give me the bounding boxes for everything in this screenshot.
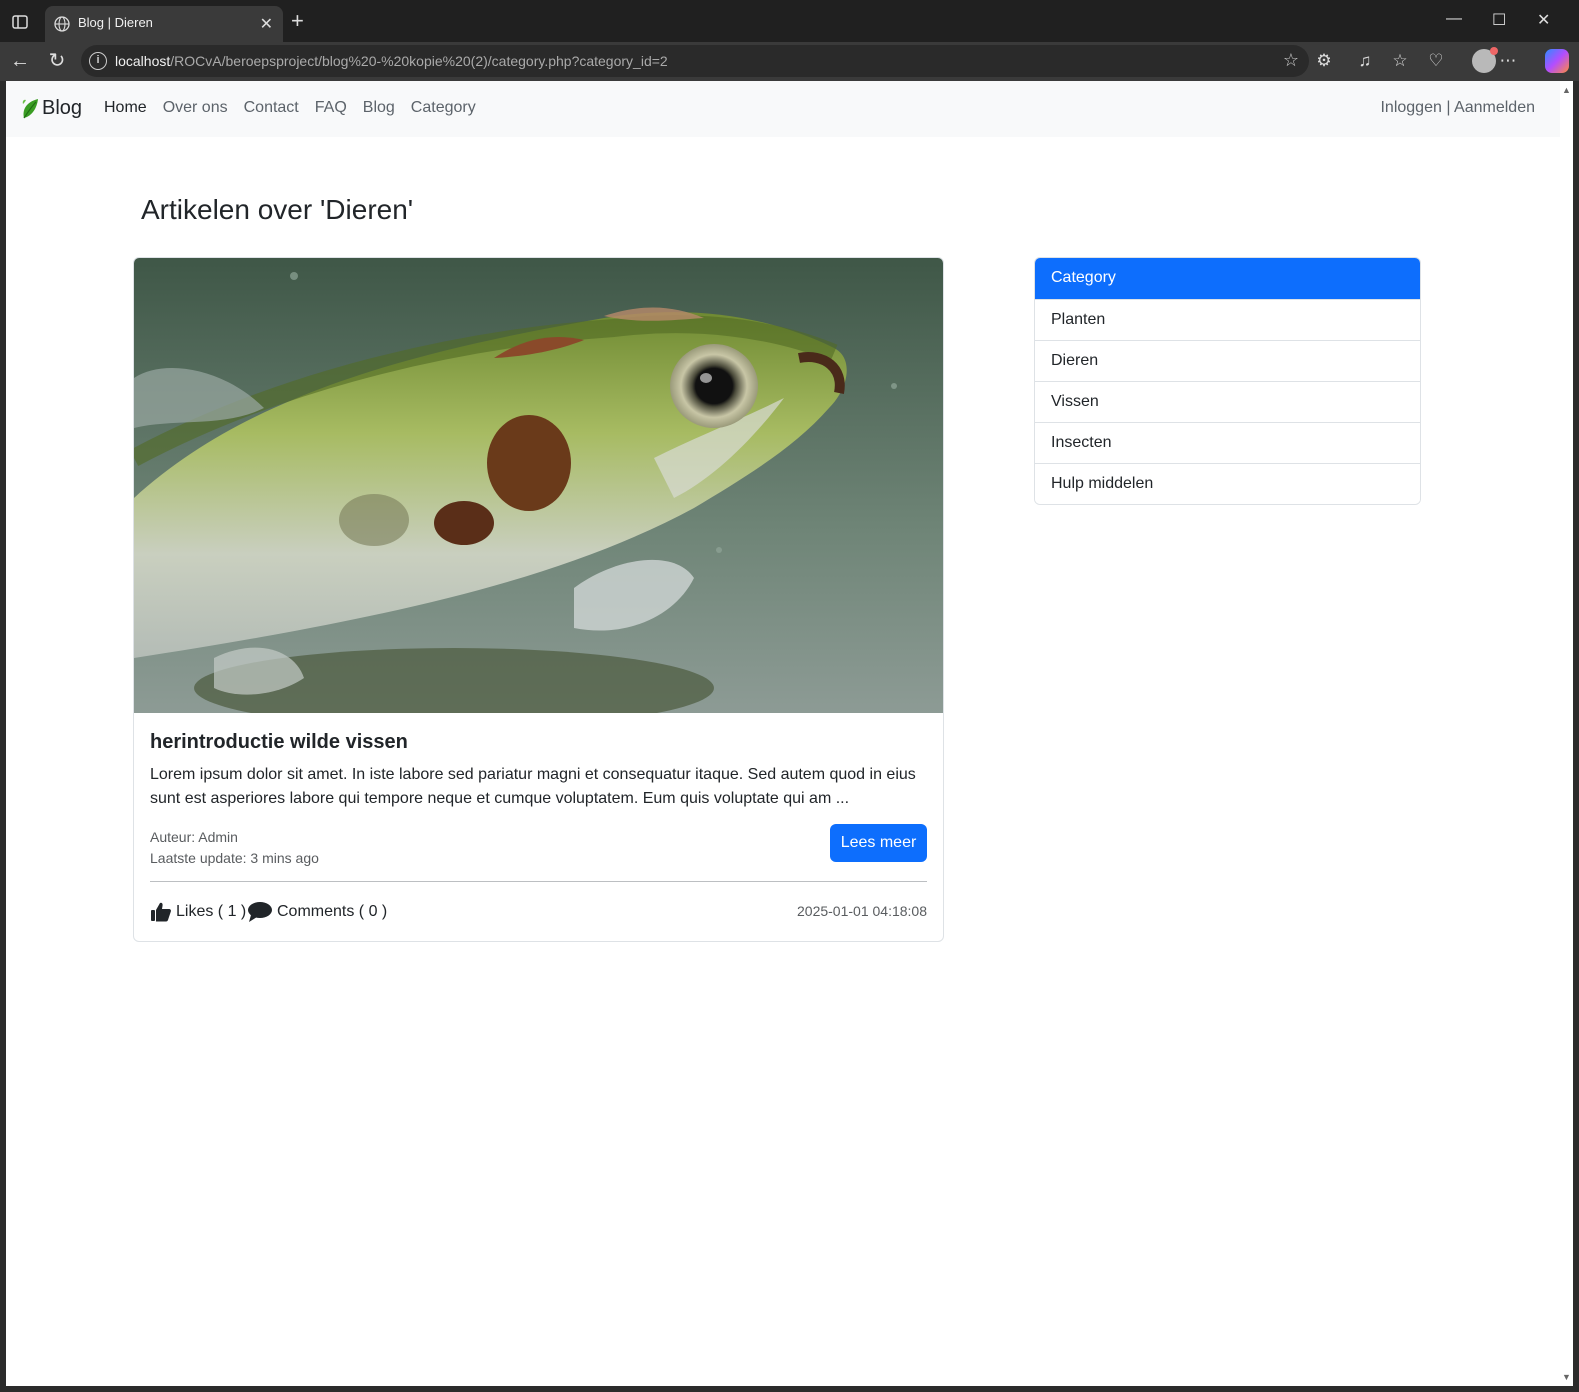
close-window-icon[interactable]: ✕ (1537, 10, 1550, 30)
article-footer: Likes ( 1 ) Comments ( 0 ) 2025-01-01 04… (150, 901, 927, 927)
comments-button[interactable]: Comments ( 0 ) (247, 901, 387, 923)
browser-tab[interactable]: Blog | Dieren ✕ (45, 6, 283, 42)
page-scrollbar[interactable]: ▲ ▼ (1560, 81, 1573, 1386)
nav-link-category[interactable]: Category (411, 99, 476, 117)
profile-avatar[interactable] (1472, 47, 1498, 73)
category-item-planten[interactable]: Planten (1035, 299, 1420, 340)
read-more-button[interactable]: Lees meer (830, 824, 927, 862)
auth-separator: | (1446, 99, 1451, 116)
page-viewport: Blog Home Over ons Contact FAQ Blog Cate… (6, 81, 1560, 1386)
likes-label: Likes ( 1 ) (176, 903, 247, 920)
article-author: Auteur: Admin (150, 829, 238, 845)
scroll-up-icon[interactable]: ▲ (1562, 85, 1571, 95)
read-aloud-icon[interactable]: ♫ (1354, 51, 1376, 71)
browser-toolbar: ← ↻ i localhost/ROCvA/beroepsproject/blo… (0, 42, 1579, 81)
auth-links: Inloggen | Aanmelden (1380, 99, 1535, 117)
reload-icon[interactable]: ↻ (46, 50, 68, 72)
new-tab-icon[interactable]: + (291, 10, 304, 32)
page-title: Artikelen over 'Dieren' (141, 194, 414, 225)
favorites-icon[interactable]: ☆ (1389, 51, 1411, 71)
maximize-icon[interactable]: ☐ (1492, 10, 1506, 30)
category-header[interactable]: Category (1035, 258, 1420, 299)
favorite-star-icon[interactable]: ☆ (1283, 50, 1299, 71)
category-item-insecten[interactable]: Insecten (1035, 422, 1420, 463)
article-title[interactable]: herintroductie wilde vissen (150, 731, 408, 754)
article-excerpt: Lorem ipsum dolor sit amet. In iste labo… (150, 766, 916, 807)
login-link[interactable]: Inloggen (1380, 99, 1441, 116)
leaf-icon (22, 99, 38, 119)
nav-link-over-ons[interactable]: Over ons (163, 99, 228, 117)
tab-title: Blog | Dieren (78, 15, 153, 30)
category-item-dieren[interactable]: Dieren (1035, 340, 1420, 381)
nav-link-contact[interactable]: Contact (244, 99, 299, 117)
nav-link-blog[interactable]: Blog (363, 99, 395, 117)
nav-links: Home Over ons Contact FAQ Blog Category (104, 99, 492, 117)
thumbs-up-icon (151, 902, 171, 922)
url-text[interactable]: localhost/ROCvA/beroepsproject/blog%20-%… (115, 53, 668, 69)
minimize-icon[interactable]: — (1446, 10, 1462, 28)
article-card: herintroductie wilde vissen Lorem ipsum … (133, 257, 944, 942)
card-divider (150, 881, 927, 882)
category-item-hulp-middelen[interactable]: Hulp middelen (1035, 463, 1420, 504)
scroll-down-icon[interactable]: ▼ (1562, 1372, 1571, 1382)
fish-photo[interactable] (134, 258, 943, 713)
globe-icon (54, 16, 70, 32)
back-icon[interactable]: ← (9, 50, 31, 72)
article-date: 2025-01-01 04:18:08 (797, 903, 927, 919)
site-navbar: Blog Home Over ons Contact FAQ Blog Cate… (6, 81, 1560, 137)
extensions-icon[interactable]: ⚙ (1313, 51, 1335, 71)
copilot-icon[interactable] (1545, 49, 1569, 73)
comments-label: Comments ( 0 ) (277, 903, 388, 920)
browser-essentials-icon[interactable]: ♡ (1425, 51, 1447, 71)
nav-link-faq[interactable]: FAQ (315, 99, 347, 117)
site-info-icon[interactable]: i (89, 52, 107, 70)
tab-actions-icon[interactable] (10, 12, 30, 32)
comment-bubble-icon (248, 902, 272, 922)
brand-logo[interactable]: Blog (20, 96, 82, 120)
more-options-icon[interactable]: ⋯ (1497, 51, 1519, 71)
category-item-vissen[interactable]: Vissen (1035, 381, 1420, 422)
likes-button[interactable]: Likes ( 1 ) (150, 901, 246, 923)
browser-titlebar: Blog | Dieren ✕ + — ☐ ✕ (0, 0, 1579, 42)
article-updated: Laatste update: 3 mins ago (150, 850, 319, 866)
register-link[interactable]: Aanmelden (1454, 99, 1535, 116)
category-list: Category Planten Dieren Vissen Insecten … (1034, 257, 1421, 505)
brand-text: Blog (42, 96, 83, 119)
address-bar[interactable]: i localhost/ROCvA/beroepsproject/blog%20… (81, 45, 1309, 77)
close-tab-icon[interactable]: ✕ (260, 14, 273, 34)
nav-link-home[interactable]: Home (104, 99, 147, 117)
article-meta: Auteur: Admin Laatste update: 3 mins ago (150, 827, 319, 869)
